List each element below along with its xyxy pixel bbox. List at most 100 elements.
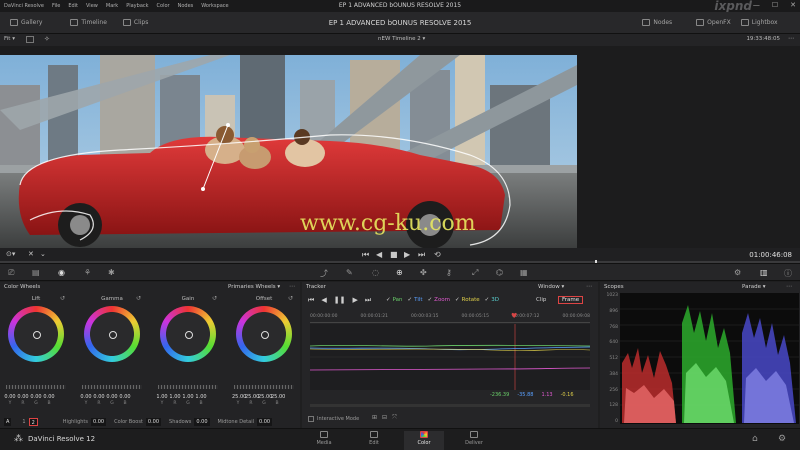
pan-checkbox[interactable]: ✓ Pan — [386, 297, 403, 303]
transform-icon[interactable]: ⤧ — [392, 414, 397, 422]
grid-icon[interactable]: ▦ — [520, 268, 528, 277]
menu-edit[interactable]: Edit — [68, 3, 78, 9]
lightbox-button[interactable]: Lightbox — [740, 19, 778, 26]
gain-master-slider[interactable] — [158, 385, 218, 389]
go-to-start-icon[interactable]: ⏮ — [362, 250, 369, 260]
menu-nodes[interactable]: Nodes — [178, 3, 194, 9]
options-icon[interactable]: ⋯ — [586, 282, 592, 292]
sizing-icon[interactable]: ⤢ — [472, 268, 478, 278]
timeline-button[interactable]: Timeline — [70, 19, 107, 26]
rgb-mixer-icon[interactable]: ⚘ — [84, 268, 91, 277]
color-boost-field[interactable]: 0.00 — [145, 418, 162, 426]
power-window-icon[interactable]: ◌ — [372, 268, 379, 277]
lift-master-slider[interactable] — [6, 385, 66, 389]
blur-icon[interactable]: ✤ — [420, 268, 427, 277]
menu-workspace[interactable]: Workspace — [201, 3, 228, 9]
curves-icon[interactable]: ⤴ — [320, 268, 328, 279]
gallery-button[interactable]: Gallery — [10, 19, 42, 26]
add-point-icon[interactable]: ⊞ — [372, 414, 377, 422]
menu-file[interactable]: File — [52, 3, 60, 9]
openfx-button[interactable]: OpenFX — [696, 19, 731, 26]
deliver-page-button[interactable]: Deliver — [454, 431, 494, 446]
color-page-button[interactable]: Color — [404, 431, 444, 450]
scopes-icon[interactable]: ▥ — [760, 268, 768, 277]
video-frame[interactable]: www.cg-ku.com — [0, 55, 577, 248]
options-icon[interactable]: ⋯ — [788, 35, 794, 42]
go-to-end-icon[interactable]: ⏭ — [418, 250, 425, 260]
scopes-mode-dropdown[interactable]: Parade ▾ — [742, 282, 765, 292]
options-icon[interactable]: ⋯ — [786, 282, 792, 292]
tracker-ruler[interactable]: 00:00:00:00 00:00:01:21 00:00:03:15 00:0… — [310, 314, 590, 323]
reset-icon[interactable]: ↺ — [288, 295, 293, 302]
menu-playback[interactable]: Playback — [126, 3, 148, 9]
menu-mark[interactable]: Mark — [106, 3, 118, 9]
reset-icon[interactable]: ↺ — [136, 295, 141, 302]
loop-icon[interactable]: ⟲ — [434, 250, 441, 259]
settings-icon[interactable]: ⚙ — [778, 434, 786, 444]
settings-icon[interactable]: ⚙ — [734, 268, 741, 277]
camera-raw-icon[interactable]: ⎚ — [8, 268, 14, 278]
minimize-icon[interactable]: — — [753, 1, 760, 9]
tracker-graph[interactable] — [310, 324, 590, 390]
offset-master-slider[interactable] — [234, 385, 294, 389]
color-wheels-icon[interactable]: ◉ — [58, 268, 65, 277]
rotate-checkbox[interactable]: ✓ Rotate — [455, 297, 480, 303]
interactive-mode-toggle[interactable]: Interactive Mode — [308, 416, 359, 422]
maximize-icon[interactable]: ☐ — [772, 1, 778, 9]
key-icon[interactable]: ⚷ — [446, 268, 452, 277]
tracker-playhead-marker[interactable]: ♥ — [511, 312, 517, 320]
color-match-icon[interactable]: ▤ — [32, 268, 40, 277]
reset-icon[interactable]: ↺ — [212, 295, 217, 302]
track-reverse-icon[interactable]: ◀ — [321, 296, 326, 305]
clip-button[interactable]: Clip — [536, 297, 546, 303]
gain-wheel[interactable] — [160, 306, 216, 362]
close-icon[interactable]: ✕ — [790, 1, 796, 9]
tracker-icon[interactable]: ⊕ — [396, 268, 403, 277]
track-reverse-start-icon[interactable]: ⏮ — [308, 296, 314, 305]
play-reverse-icon[interactable]: ◀ — [376, 250, 382, 259]
menu-view[interactable]: View — [86, 3, 98, 9]
options-icon[interactable]: ⋯ — [289, 282, 295, 292]
gamma-wheel[interactable] — [84, 306, 140, 362]
track-forward-icon[interactable]: ▶ — [352, 296, 357, 305]
reset-icon[interactable]: ↺ — [60, 295, 65, 302]
track-forward-end-icon[interactable]: ⏭ — [365, 296, 371, 305]
viewer-tool-icon[interactable]: ⊙▾ — [6, 250, 15, 258]
zoom-checkbox[interactable]: ✓ Zoom — [428, 297, 450, 303]
highlights-field[interactable]: 0.00 — [90, 418, 107, 426]
frame-button[interactable]: Frame — [558, 296, 584, 304]
timeline-selector[interactable]: nEW Timeline 2 ▾ — [378, 36, 425, 42]
close-icon[interactable]: ✕ — [28, 250, 34, 258]
stop-icon[interactable]: ■ — [390, 250, 398, 259]
gamma-master-slider[interactable] — [82, 385, 142, 389]
3d-icon[interactable]: ⌬ — [496, 268, 503, 277]
delete-point-icon[interactable]: ⊟ — [382, 414, 387, 422]
wheels-mode-dropdown[interactable]: Primaries Wheels ▾ — [228, 282, 280, 292]
clips-button[interactable]: Clips — [122, 19, 148, 26]
mode-a-button[interactable]: A — [4, 418, 12, 426]
lift-wheel[interactable] — [8, 306, 64, 362]
fit-dropdown[interactable]: Fit ▾ — [4, 36, 15, 42]
motion-effects-icon[interactable]: ✱ — [108, 268, 115, 277]
edit-page-button[interactable]: Edit — [354, 431, 394, 446]
tilt-checkbox[interactable]: ✓ Tilt — [408, 297, 423, 303]
nodes-button[interactable]: Nodes — [642, 19, 672, 26]
wand-icon[interactable]: ✧ — [44, 35, 50, 43]
info-icon[interactable]: ⓘ — [784, 268, 792, 279]
offset-wheel[interactable] — [236, 306, 292, 362]
pause-icon[interactable]: ❚❚ — [334, 296, 346, 305]
page-1-button[interactable]: 1 — [22, 419, 25, 425]
page-2-button[interactable]: 2 — [28, 418, 38, 426]
play-icon[interactable]: ▶ — [404, 250, 410, 259]
media-page-button[interactable]: Media — [304, 431, 344, 446]
qualifier-icon[interactable]: ✎ — [346, 268, 353, 277]
tracker-scrollbar[interactable] — [310, 404, 590, 407]
midtone-detail-field[interactable]: 0.00 — [256, 418, 273, 426]
chevron-down-icon[interactable]: ⌄ — [40, 250, 46, 258]
tracker-mode-dropdown[interactable]: Window ▾ — [538, 282, 564, 292]
shadows-field[interactable]: 0.00 — [194, 418, 210, 426]
menu-app[interactable]: DaVinci Resolve — [4, 3, 44, 9]
home-icon[interactable]: ⌂ — [752, 434, 758, 444]
menu-color[interactable]: Color — [157, 3, 170, 9]
3d-checkbox[interactable]: ✓ 3D — [485, 297, 499, 303]
